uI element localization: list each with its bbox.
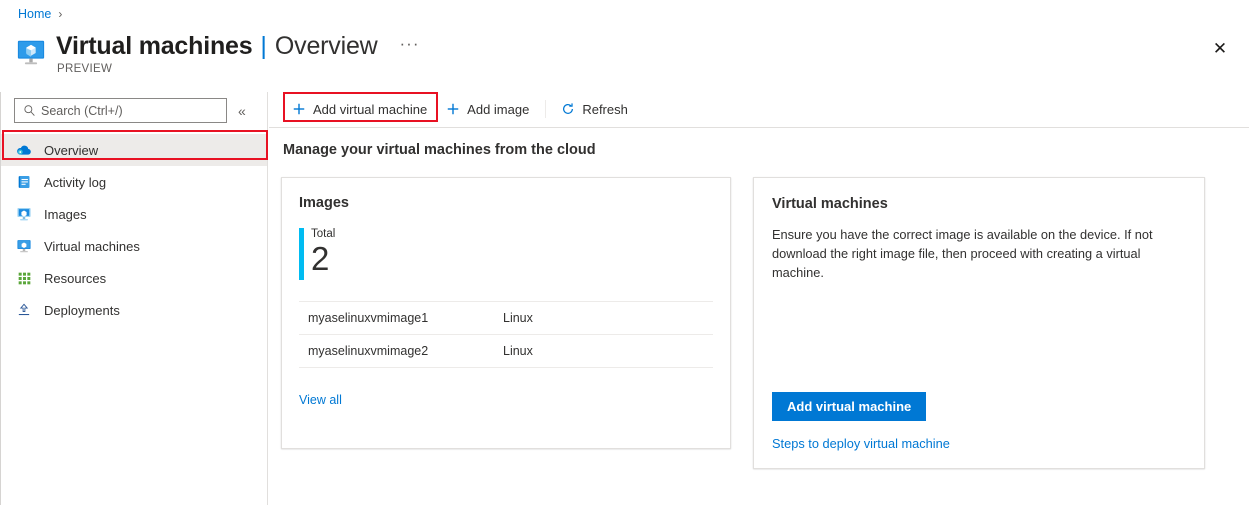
breadcrumb: Home › [18,7,62,21]
image-name-cell: myaselinuxvmimage1 [299,301,503,335]
collapse-sidebar-icon[interactable]: « [238,104,246,118]
card-spacer [772,282,1186,392]
add-image-button[interactable]: Add image [437,95,539,123]
sidebar-nav-list: Overview Activity log Images Virtual mac… [1,134,267,326]
add-virtual-machine-button[interactable]: Add virtual machine [283,95,437,123]
resources-grid-icon [15,269,33,287]
virtual-machines-card: Virtual machines Ensure you have the cor… [753,177,1205,469]
page-title-block: Virtual machines | Overview ··· PREVIEW [16,32,420,75]
page-title: Virtual machines [56,32,253,60]
toolbar-divider [269,127,1249,128]
add-image-label: Add image [467,101,530,117]
search-icon [23,104,36,117]
add-virtual-machine-primary-button[interactable]: Add virtual machine [772,392,927,421]
image-os-cell: Linux [503,301,713,335]
sidebar-item-overview[interactable]: Overview [1,134,267,166]
table-row[interactable]: myaselinuxvmimage1 Linux [299,301,713,335]
sidebar-item-images[interactable]: Images [1,198,267,230]
search-input[interactable]: Search (Ctrl+/) [14,98,227,123]
title-divider: | [260,32,267,60]
sidebar-item-virtual-machines[interactable]: Virtual machines [1,230,267,262]
sidebar-item-label: Images [44,206,87,222]
view-all-link[interactable]: View all [299,393,342,407]
steps-to-deploy-link[interactable]: Steps to deploy virtual machine [772,436,950,451]
images-table: myaselinuxvmimage1 Linux myaselinuxvmima… [299,301,713,368]
activity-log-icon [15,173,33,191]
add-virtual-machine-label: Add virtual machine [313,101,428,117]
refresh-icon [560,102,575,117]
sidebar-item-label: Virtual machines [44,238,140,254]
sidebar-item-label: Resources [44,270,107,286]
search-placeholder-text: Search (Ctrl+/) [41,103,123,118]
upload-icon [15,301,33,319]
images-card-title: Images [299,195,349,211]
toolbar-separator [545,100,547,118]
more-options-icon[interactable]: ··· [400,34,420,54]
refresh-label: Refresh [582,101,628,117]
sidebar-search-row: Search (Ctrl+/) « [1,92,267,123]
virtual-machine-icon [15,237,33,255]
sidebar-item-label: Overview [44,142,99,158]
virtual-machine-icon [16,37,46,67]
images-card: Images Total 2 myaselinuxvmimage1 Linux … [281,177,731,449]
table-row[interactable]: myaselinuxvmimage2 Linux [299,334,713,368]
sidebar-item-deployments[interactable]: Deployments [1,294,267,326]
preview-badge: PREVIEW [57,63,113,75]
sidebar: Search (Ctrl+/) « Overview Activity log … [0,92,268,505]
image-name-cell: myaselinuxvmimage2 [299,334,503,368]
command-bar: Add virtual machine Add image Refresh [269,92,1249,126]
close-icon[interactable]: ✕ [1207,35,1233,61]
breadcrumb-home-link[interactable]: Home [18,7,51,21]
cloud-icon [15,141,33,159]
images-total-block: Total 2 [299,228,713,280]
breadcrumb-separator-icon: › [58,7,63,21]
vms-card-title: Virtual machines [772,196,888,212]
image-os-cell: Linux [503,334,713,368]
vms-card-description: Ensure you have the correct image is ava… [772,227,1153,280]
refresh-button[interactable]: Refresh [552,95,638,123]
images-total-value: 2 [311,240,330,277]
total-accent-bar [299,228,304,280]
sidebar-item-activity-log[interactable]: Activity log [1,166,267,198]
plus-icon [445,102,460,117]
cards-container: Images Total 2 myaselinuxvmimage1 Linux … [281,177,1249,469]
images-icon [15,205,33,223]
section-heading: Manage your virtual machines from the cl… [283,142,596,158]
page-subtitle: Overview [274,32,378,60]
plus-icon [291,102,306,117]
sidebar-item-label: Deployments [44,302,120,318]
main-content: Add virtual machine Add image Refresh Ma… [269,92,1249,505]
sidebar-item-resources[interactable]: Resources [1,262,267,294]
sidebar-item-label: Activity log [44,174,107,190]
